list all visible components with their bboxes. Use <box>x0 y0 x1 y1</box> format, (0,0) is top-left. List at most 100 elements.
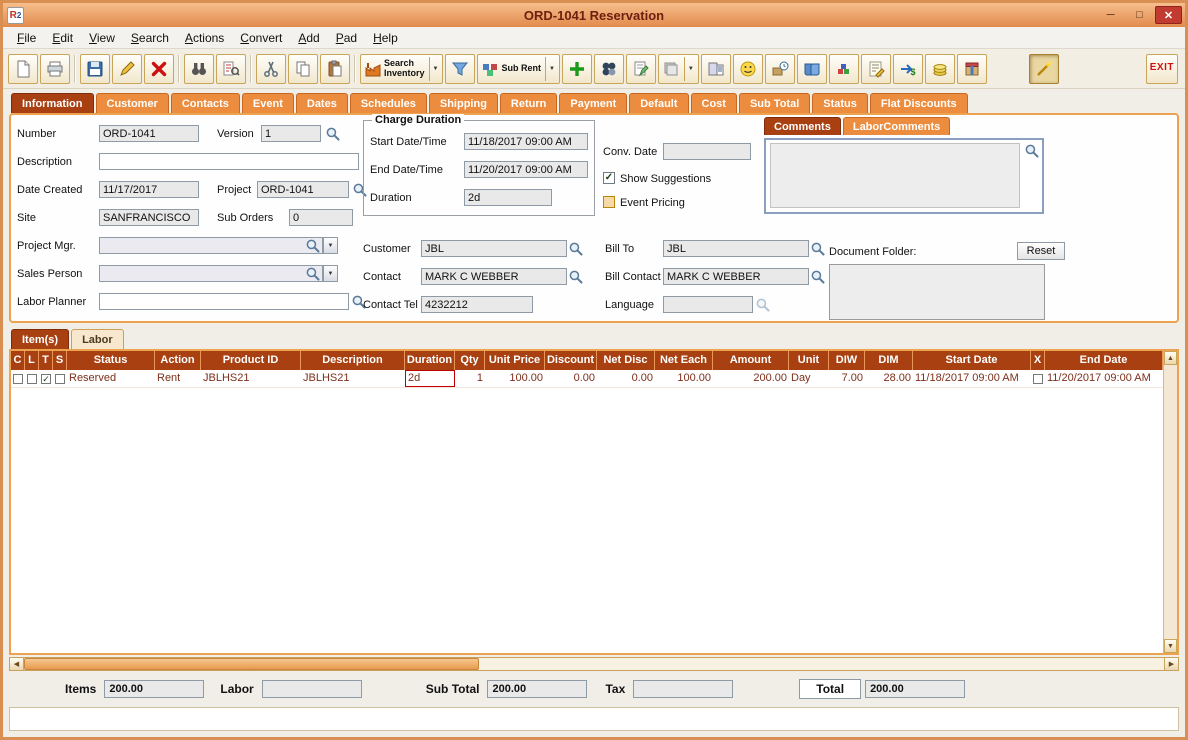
column-header-description[interactable]: Description <box>301 351 405 370</box>
sales-person-field[interactable] <box>99 265 323 282</box>
tab-sub-total[interactable]: Sub Total <box>738 93 811 113</box>
tab-customer[interactable]: Customer <box>95 93 169 113</box>
column-header-diw[interactable]: DIW <box>829 351 865 370</box>
column-header-unit[interactable]: Unit <box>789 351 829 370</box>
column-header-discount[interactable]: Discount <box>545 351 597 370</box>
language-search-icon[interactable] <box>755 297 770 312</box>
title-bar[interactable]: R2 ORD-1041 Reservation ─ □ ✕ <box>3 3 1185 27</box>
ledger-button[interactable] <box>796 53 827 84</box>
row-checkbox-t[interactable]: ✓ <box>41 373 51 384</box>
comments-tab-laborcomments[interactable]: LaborComments <box>842 117 951 135</box>
export-rates-button[interactable]: $ <box>892 53 923 84</box>
menu-item-help[interactable]: Help <box>365 29 406 47</box>
horizontal-scrollbar[interactable]: ◀ ▶ <box>9 657 1179 671</box>
bill-to-field[interactable]: JBL <box>663 240 809 257</box>
tab-event[interactable]: Event <box>241 93 294 113</box>
conv-date-field[interactable] <box>663 143 751 160</box>
kits-button[interactable] <box>593 53 624 84</box>
start-datetime-field[interactable]: 11/18/2017 09:00 AM <box>464 133 588 150</box>
scroll-down-icon[interactable]: ▼ <box>1164 639 1177 653</box>
language-field[interactable] <box>663 296 753 313</box>
save-button[interactable] <box>80 53 110 84</box>
crystal-report-button[interactable] <box>828 53 859 84</box>
column-header-net-disc[interactable]: Net Disc <box>597 351 655 370</box>
column-header-c[interactable]: C <box>11 351 25 370</box>
find-item-button[interactable] <box>216 53 246 84</box>
description-field[interactable] <box>99 153 359 170</box>
row-checkbox-x[interactable] <box>1033 373 1043 384</box>
contact-tel-field[interactable]: 4232212 <box>421 296 533 313</box>
tab-cost[interactable]: Cost <box>690 93 737 113</box>
column-header-action[interactable]: Action <box>155 351 201 370</box>
number-field[interactable]: ORD-1041 <box>99 125 199 142</box>
site-field[interactable]: SANFRANCISCO <box>99 209 199 226</box>
project-mgr-search-icon[interactable] <box>305 238 320 253</box>
row-checkbox-l[interactable] <box>27 373 37 384</box>
sub-rent-dropdown-icon[interactable]: ▼ <box>544 56 556 81</box>
customer-search-icon[interactable] <box>568 241 583 256</box>
show-suggestions-checkbox[interactable]: ✓ <box>603 172 615 184</box>
customer-field[interactable]: JBL <box>421 240 567 257</box>
reports-dropdown-icon[interactable]: ▼ <box>683 56 695 81</box>
sub-rent-button[interactable]: Sub Rent ▼ <box>477 53 560 84</box>
items-tab-labor[interactable]: Labor <box>71 329 124 349</box>
bill-contact-field[interactable]: MARK C WEBBER <box>663 268 809 285</box>
wand-button[interactable] <box>1028 53 1059 84</box>
tab-default[interactable]: Default <box>629 93 689 113</box>
close-icon[interactable]: ✕ <box>1155 6 1182 24</box>
tab-flat-discounts[interactable]: Flat Discounts <box>869 93 968 113</box>
row-checkbox-s[interactable] <box>55 373 65 384</box>
tab-schedules[interactable]: Schedules <box>349 93 427 113</box>
search-inventory-dropdown-icon[interactable]: ▼ <box>428 56 440 81</box>
sales-person-dropdown-icon[interactable]: ▼ <box>323 265 338 282</box>
copy-button[interactable] <box>288 53 318 84</box>
column-header-product-id[interactable]: Product ID <box>201 351 301 370</box>
document-folder-box[interactable] <box>829 264 1045 320</box>
column-header-unit-price[interactable]: Unit Price <box>485 351 545 370</box>
column-header-status[interactable]: Status <box>67 351 155 370</box>
column-header-amount[interactable]: Amount <box>713 351 789 370</box>
cut-button[interactable] <box>256 53 286 84</box>
column-header-l[interactable]: L <box>25 351 39 370</box>
menu-item-search[interactable]: Search <box>123 29 177 47</box>
edit-button[interactable] <box>112 53 142 84</box>
contact-field[interactable]: MARK C WEBBER <box>421 268 567 285</box>
minimize-icon[interactable]: ─ <box>1097 6 1124 24</box>
column-header-dim[interactable]: DIM <box>865 351 913 370</box>
column-header-t[interactable]: T <box>39 351 53 370</box>
menu-item-pad[interactable]: Pad <box>328 29 365 47</box>
column-header-s[interactable]: S <box>53 351 67 370</box>
sales-person-search-icon[interactable] <box>305 266 320 281</box>
payments-button[interactable] <box>924 53 955 84</box>
menu-item-file[interactable]: File <box>9 29 44 47</box>
filter-button[interactable] <box>445 53 476 84</box>
version-search-icon[interactable] <box>325 126 340 141</box>
print-button[interactable] <box>40 53 70 84</box>
tab-payment[interactable]: Payment <box>559 93 628 113</box>
comments-search-icon[interactable] <box>1024 143 1039 158</box>
column-header-start-date[interactable]: Start Date <box>913 351 1031 370</box>
find-button[interactable] <box>184 53 214 84</box>
column-header-qty[interactable]: Qty <box>455 351 485 370</box>
project-mgr-field[interactable] <box>99 237 323 254</box>
version-field[interactable]: 1 <box>261 125 321 142</box>
reset-button[interactable]: Reset <box>1017 242 1065 260</box>
column-header-end-date[interactable]: End Date <box>1045 351 1163 370</box>
event-pricing-checkbox[interactable] <box>603 196 615 208</box>
column-header-x[interactable]: X <box>1031 351 1045 370</box>
duration-field[interactable]: 2d <box>464 189 552 206</box>
maximize-icon[interactable]: □ <box>1126 6 1153 24</box>
date-created-field[interactable]: 11/17/2017 <box>99 181 199 198</box>
delivery-schedule-button[interactable] <box>764 53 795 84</box>
customer-button[interactable] <box>732 53 763 84</box>
new-document-button[interactable] <box>8 53 38 84</box>
contact-search-icon[interactable] <box>568 269 583 284</box>
end-datetime-field[interactable]: 11/20/2017 09:00 AM <box>464 161 588 178</box>
scroll-right-icon[interactable]: ▶ <box>1164 658 1178 670</box>
bill-contact-search-icon[interactable] <box>810 269 825 284</box>
reports-button[interactable]: ▼ <box>657 53 699 84</box>
scroll-up-icon[interactable]: ▲ <box>1164 351 1177 365</box>
add-item-button[interactable] <box>561 53 592 84</box>
tab-shipping[interactable]: Shipping <box>428 93 498 113</box>
menu-item-edit[interactable]: Edit <box>44 29 81 47</box>
